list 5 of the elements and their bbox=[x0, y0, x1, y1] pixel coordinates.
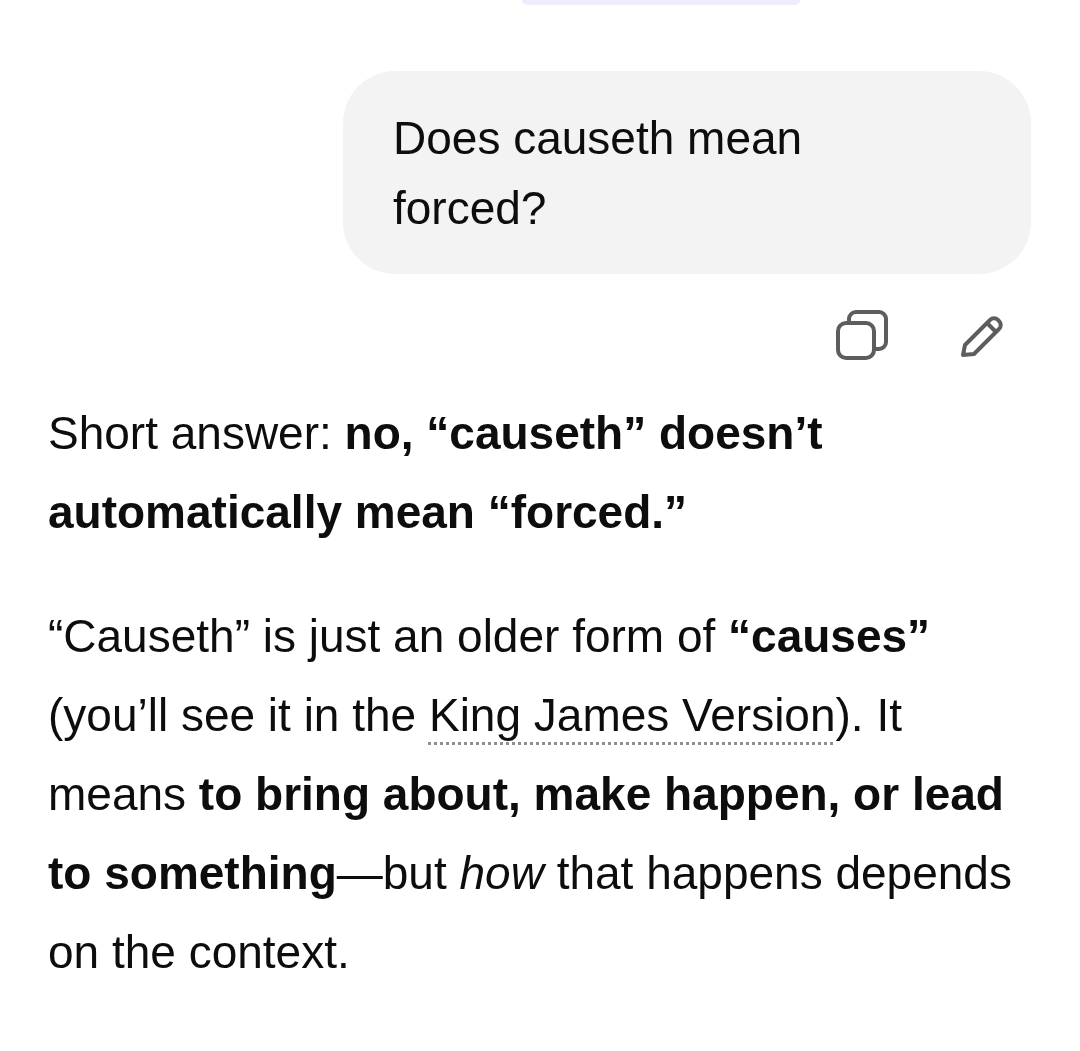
link[interactable]: King James Version bbox=[428, 689, 836, 741]
answer-paragraph: “Causeth” is just an older form of “causes” (you’ll see it in the King James Version). It means to bring about, make happen, or lead to something—but how that happens depends on the context. bbox=[48, 609, 1013, 980]
user-message: Does causeth mean forced? bbox=[343, 71, 1031, 274]
copy-icon[interactable] bbox=[836, 310, 888, 360]
answer-paragraph: Short answer: no, “causeth” doesn’t automatically mean “forced.” bbox=[48, 406, 824, 540]
